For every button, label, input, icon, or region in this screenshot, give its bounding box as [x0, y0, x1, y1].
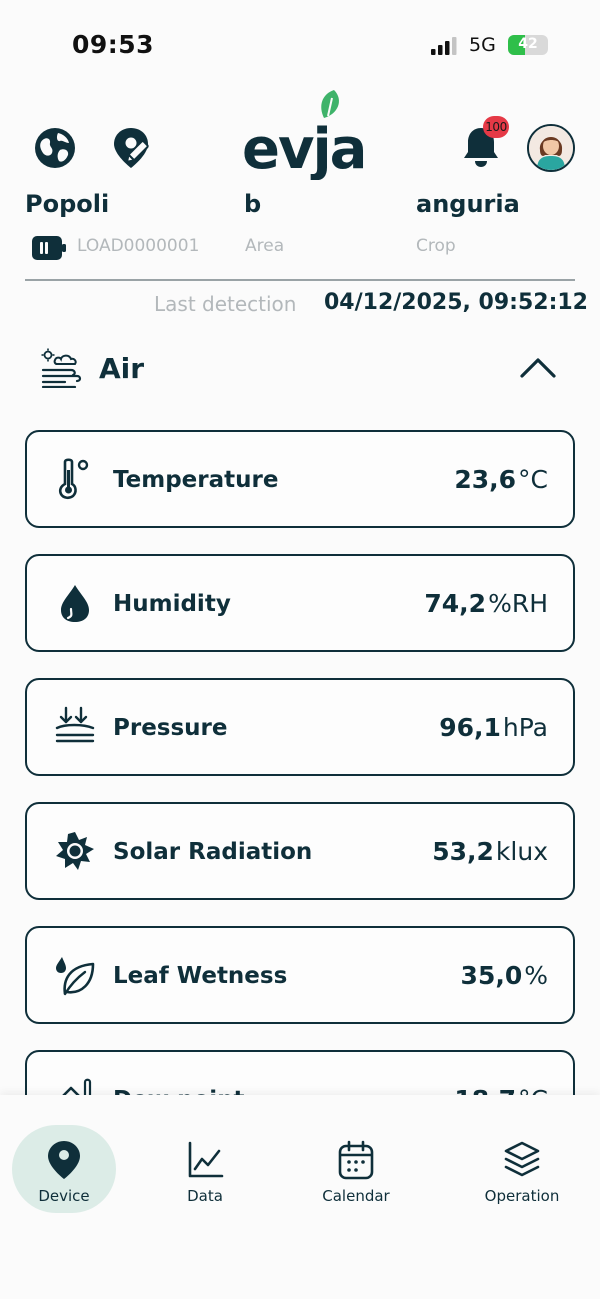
sun-icon [56, 832, 94, 870]
battery-level: 42 [518, 36, 538, 52]
crop-value: anguria [416, 190, 520, 218]
area-label: Area [245, 236, 285, 256]
metric-card-leaf-wetness[interactable]: Leaf Wetness 35,0% [25, 926, 575, 1024]
tab-calendar[interactable]: Calendar [304, 1125, 408, 1213]
tab-data[interactable]: Data [153, 1125, 257, 1213]
location-pin-icon [48, 1141, 80, 1179]
chevron-up-icon[interactable] [518, 356, 558, 380]
tab-device[interactable]: Device [12, 1125, 116, 1213]
signal-strength-icon [431, 37, 457, 55]
metric-reading: 74,2%RH [424, 589, 548, 618]
metric-reading: 23,6°C [454, 465, 548, 494]
line-chart-icon [188, 1141, 224, 1178]
calendar-icon [338, 1140, 374, 1180]
metric-unit: °C [518, 465, 548, 494]
divider [25, 279, 575, 281]
tab-label: Operation [484, 1187, 560, 1205]
tab-label: Data [187, 1187, 223, 1205]
metric-unit: %RH [488, 589, 548, 618]
pressure-icon [55, 706, 95, 743]
tab-operation[interactable]: Operation [470, 1125, 574, 1213]
bottom-tab-bar: Device Data Calendar Operation [0, 1095, 600, 1299]
metric-label: Temperature [113, 467, 279, 493]
metric-card-temperature[interactable]: Temperature 23,6°C [25, 430, 575, 528]
avatar-image [529, 126, 573, 170]
last-detection-value: 04/12/2025, 09:52:12 [324, 290, 588, 315]
metric-value: 23,6 [454, 465, 517, 494]
thermometer-icon [58, 458, 89, 500]
air-weather-icon [41, 348, 82, 388]
layers-icon [504, 1141, 540, 1177]
evja-logo: evja [242, 90, 367, 180]
crop-label: Crop [416, 236, 456, 256]
network-type: 5G [469, 34, 496, 56]
metric-label: Humidity [113, 591, 231, 617]
metric-card-pressure[interactable]: Pressure 96,1hPa [25, 678, 575, 776]
metric-value: 35,0 [460, 961, 523, 990]
site-name: Popoli [25, 190, 110, 218]
logo-text: evja [242, 117, 365, 180]
metric-reading: 53,2klux [432, 837, 548, 866]
metric-card-humidity[interactable]: Humidity 74,2%RH [25, 554, 575, 652]
metric-label: Leaf Wetness [113, 963, 288, 989]
area-value: b [244, 190, 262, 218]
notification-badge: 100 [483, 116, 509, 138]
tab-label: Device [38, 1187, 90, 1205]
leaf-icon [56, 957, 95, 996]
metric-unit: klux [495, 837, 548, 866]
device-id: LOAD0000001 [77, 236, 200, 256]
user-avatar[interactable] [527, 124, 575, 172]
metric-card-solar-radiation[interactable]: Solar Radiation 53,2klux [25, 802, 575, 900]
metric-value: 74,2 [424, 589, 487, 618]
tab-label: Calendar [322, 1187, 390, 1205]
metric-value: 96,1 [439, 713, 501, 742]
metric-label: Solar Radiation [113, 839, 313, 865]
status-bar: 09:53 5G 42 [0, 0, 600, 90]
edit-location-icon[interactable] [110, 125, 156, 171]
metric-value: 53,2 [432, 837, 494, 866]
metric-label: Pressure [113, 715, 228, 741]
device-battery-icon [32, 236, 66, 260]
battery-icon: 42 [508, 35, 548, 55]
metric-reading: 35,0% [461, 961, 548, 990]
globe-icon[interactable] [33, 126, 77, 170]
metric-unit: hPa [502, 713, 548, 742]
last-detection-label: Last detection [154, 292, 297, 316]
metric-unit: % [524, 961, 548, 990]
humidity-drop-icon [61, 585, 89, 622]
section-title: Air [99, 352, 145, 385]
status-time: 09:53 [72, 30, 155, 59]
metric-reading: 96,1hPa [439, 713, 548, 742]
